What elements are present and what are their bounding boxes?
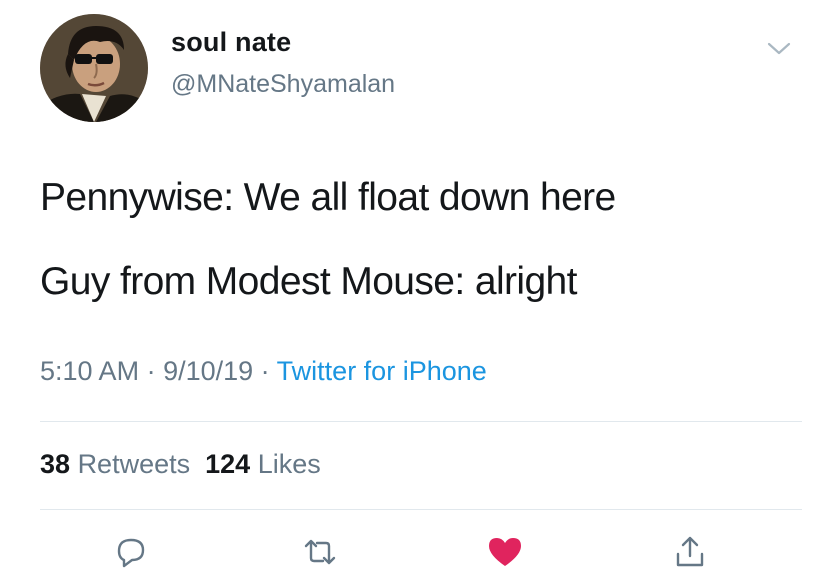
avatar-image [40,14,148,122]
meta-separator: · [253,356,277,386]
meta-separator: · [139,356,164,386]
reply-icon[interactable] [111,532,151,572]
heart-icon[interactable] [485,532,525,572]
retweet-icon[interactable] [300,532,340,572]
tweet-time[interactable]: 5:10 AM [40,356,139,386]
divider [40,509,802,510]
share-icon[interactable] [670,532,710,572]
retweets-label: Retweets [77,449,191,479]
tweet-date[interactable]: 9/10/19 [163,356,253,386]
tweet-meta: 5:10 AM · 9/10/19 · Twitter for iPhone [40,356,487,387]
user-handle[interactable]: @MNateShyamalan [171,70,395,99]
likes-label: Likes [257,449,321,479]
tweet-text-line: Guy from Modest Mouse: alright [40,260,577,303]
tweet-text-line: Pennywise: We all float down here [40,176,616,219]
retweets-count: 38 [40,449,71,479]
avatar[interactable] [40,14,148,122]
retweets-stat[interactable]: 38 Retweets [40,449,190,479]
divider [40,421,802,422]
tweet-source-link[interactable]: Twitter for iPhone [277,356,487,386]
likes-stat[interactable]: 124 Likes [205,449,321,479]
display-name[interactable]: soul nate [171,27,291,58]
tweet-stats: 38 Retweets 124 Likes [40,449,321,480]
likes-count: 124 [205,449,251,479]
chevron-down-icon[interactable] [766,38,792,58]
